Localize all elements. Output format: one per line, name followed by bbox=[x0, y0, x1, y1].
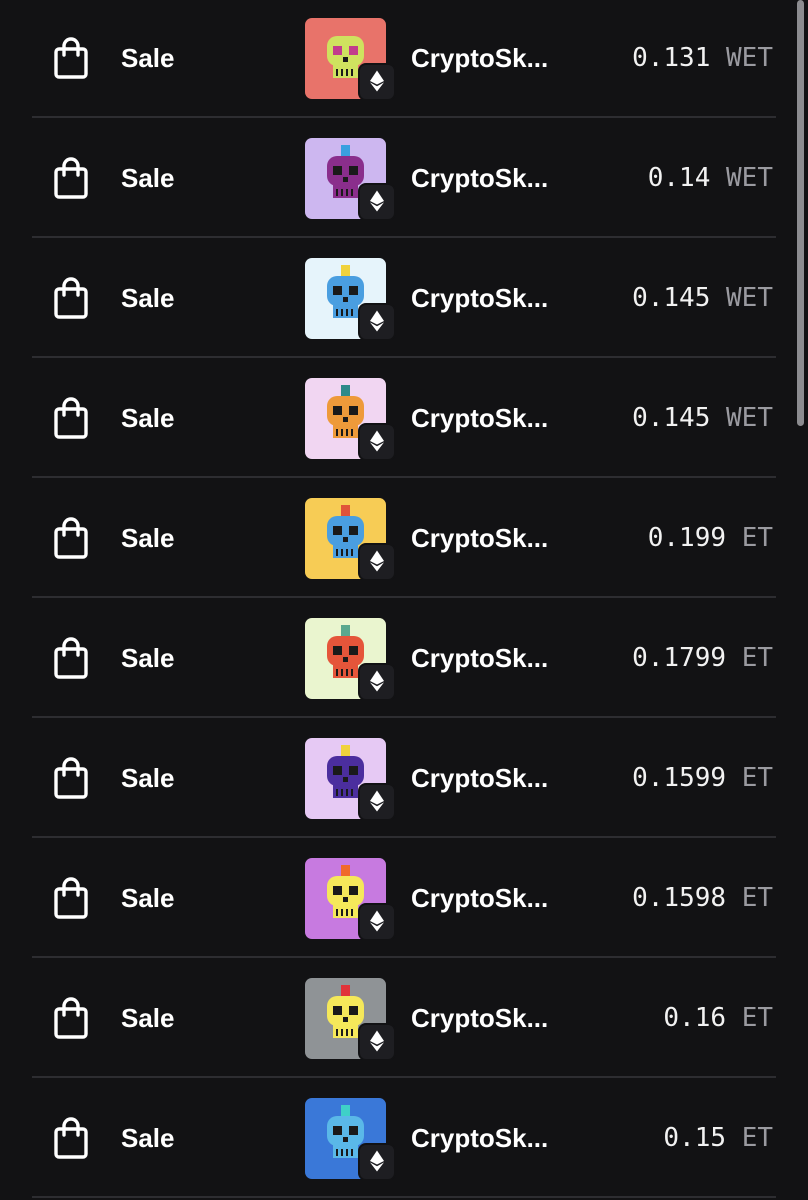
price-value: 0.131 bbox=[632, 43, 711, 73]
price: 0.145 WET bbox=[632, 282, 773, 314]
item-name[interactable]: CryptoSk... bbox=[411, 162, 548, 194]
price-currency: WET bbox=[726, 163, 773, 193]
activity-row[interactable]: Sale CryptoSk... 0.1799 ET bbox=[0, 598, 808, 718]
price-currency: ET bbox=[741, 1003, 773, 1033]
shopping-bag-icon bbox=[54, 637, 88, 679]
chain-badge bbox=[358, 903, 396, 941]
shopping-bag-icon bbox=[54, 1117, 88, 1159]
shopping-bag-icon bbox=[54, 397, 88, 439]
shopping-bag-icon bbox=[54, 37, 88, 79]
price-currency: WET bbox=[726, 403, 773, 433]
chain-badge bbox=[358, 663, 396, 701]
item-name[interactable]: CryptoSk... bbox=[411, 642, 548, 674]
shopping-bag-icon bbox=[54, 517, 88, 559]
price-value: 0.145 bbox=[632, 283, 711, 313]
chain-badge bbox=[358, 1023, 396, 1061]
activity-list: Sale CryptoSk... 0.131 WET Sale CryptoSk… bbox=[0, 0, 808, 1200]
event-type-label: Sale bbox=[121, 163, 175, 193]
price-value: 0.15 bbox=[663, 1123, 727, 1153]
price-currency: ET bbox=[741, 763, 773, 793]
event-type-label: Sale bbox=[121, 1003, 175, 1033]
ethereum-icon bbox=[370, 1150, 384, 1172]
event-type-label: Sale bbox=[121, 523, 175, 553]
item-name[interactable]: CryptoSk... bbox=[411, 42, 548, 74]
activity-row[interactable]: Sale CryptoSk... 0.15 ET bbox=[0, 1078, 808, 1198]
price-currency: ET bbox=[741, 1123, 773, 1153]
event-type-label: Sale bbox=[121, 1123, 175, 1153]
activity-row[interactable]: Sale CryptoSk... 0.131 WET bbox=[0, 0, 808, 118]
shopping-bag-icon bbox=[54, 997, 88, 1039]
event-type-label: Sale bbox=[121, 643, 175, 673]
price: 0.1599 ET bbox=[632, 762, 773, 794]
ethereum-icon bbox=[370, 790, 384, 812]
event-type-label: Sale bbox=[121, 763, 175, 793]
shopping-bag-icon bbox=[54, 277, 88, 319]
shopping-bag-icon bbox=[54, 757, 88, 799]
price-value: 0.16 bbox=[663, 1003, 727, 1033]
price: 0.14 WET bbox=[648, 162, 773, 194]
price: 0.1799 ET bbox=[632, 642, 773, 674]
activity-row[interactable]: Sale CryptoSk... 0.1599 ET bbox=[0, 718, 808, 838]
activity-row[interactable]: Sale CryptoSk... 0.1598 ET bbox=[0, 838, 808, 958]
item-name[interactable]: CryptoSk... bbox=[411, 282, 548, 314]
chain-badge bbox=[358, 303, 396, 341]
item-name[interactable]: CryptoSk... bbox=[411, 882, 548, 914]
price: 0.16 ET bbox=[663, 1002, 773, 1034]
price-value: 0.1599 bbox=[632, 763, 727, 793]
price-currency: WET bbox=[726, 283, 773, 313]
activity-row[interactable]: Sale CryptoSk... 0.145 WET bbox=[0, 358, 808, 478]
chain-badge bbox=[358, 183, 396, 221]
ethereum-icon bbox=[370, 190, 384, 212]
price: 0.15 ET bbox=[663, 1122, 773, 1154]
ethereum-icon bbox=[370, 550, 384, 572]
price-currency: ET bbox=[741, 643, 773, 673]
chain-badge bbox=[358, 423, 396, 461]
item-name[interactable]: CryptoSk... bbox=[411, 1122, 548, 1154]
price: 0.199 ET bbox=[648, 522, 773, 554]
item-name[interactable]: CryptoSk... bbox=[411, 522, 548, 554]
price: 0.1598 ET bbox=[632, 882, 773, 914]
price-currency: ET bbox=[741, 523, 773, 553]
price-currency: WET bbox=[726, 43, 773, 73]
scrollbar[interactable] bbox=[797, 0, 804, 426]
shopping-bag-icon bbox=[54, 157, 88, 199]
activity-row[interactable]: Sale CryptoSk... 0.14 WET bbox=[0, 118, 808, 238]
item-name[interactable]: CryptoSk... bbox=[411, 402, 548, 434]
price: 0.131 WET bbox=[632, 42, 773, 74]
price-value: 0.1799 bbox=[632, 643, 727, 673]
chain-badge bbox=[358, 543, 396, 581]
ethereum-icon bbox=[370, 1030, 384, 1052]
row-divider bbox=[32, 1196, 776, 1198]
activity-row[interactable]: Sale CryptoSk... 0.16 ET bbox=[0, 958, 808, 1078]
ethereum-icon bbox=[370, 670, 384, 692]
price-value: 0.199 bbox=[647, 523, 727, 553]
item-name[interactable]: CryptoSk... bbox=[411, 762, 548, 794]
event-type-label: Sale bbox=[121, 283, 175, 313]
item-name[interactable]: CryptoSk... bbox=[411, 1002, 548, 1034]
shopping-bag-icon bbox=[54, 877, 88, 919]
activity-row[interactable]: Sale CryptoSk... 0.145 WET bbox=[0, 238, 808, 358]
activity-row[interactable]: Sale CryptoSk... 0.199 ET bbox=[0, 478, 808, 598]
price-currency: ET bbox=[741, 883, 773, 913]
price-value: 0.1598 bbox=[632, 883, 727, 913]
ethereum-icon bbox=[370, 910, 384, 932]
price-value: 0.145 bbox=[632, 403, 711, 433]
chain-badge bbox=[358, 1143, 396, 1181]
event-type-label: Sale bbox=[121, 403, 175, 433]
chain-badge bbox=[358, 63, 396, 101]
event-type-label: Sale bbox=[121, 43, 175, 73]
ethereum-icon bbox=[370, 70, 384, 92]
price: 0.145 WET bbox=[632, 402, 773, 434]
chain-badge bbox=[358, 783, 396, 821]
price-value: 0.14 bbox=[647, 163, 711, 193]
ethereum-icon bbox=[370, 430, 384, 452]
event-type-label: Sale bbox=[121, 883, 175, 913]
ethereum-icon bbox=[370, 310, 384, 332]
